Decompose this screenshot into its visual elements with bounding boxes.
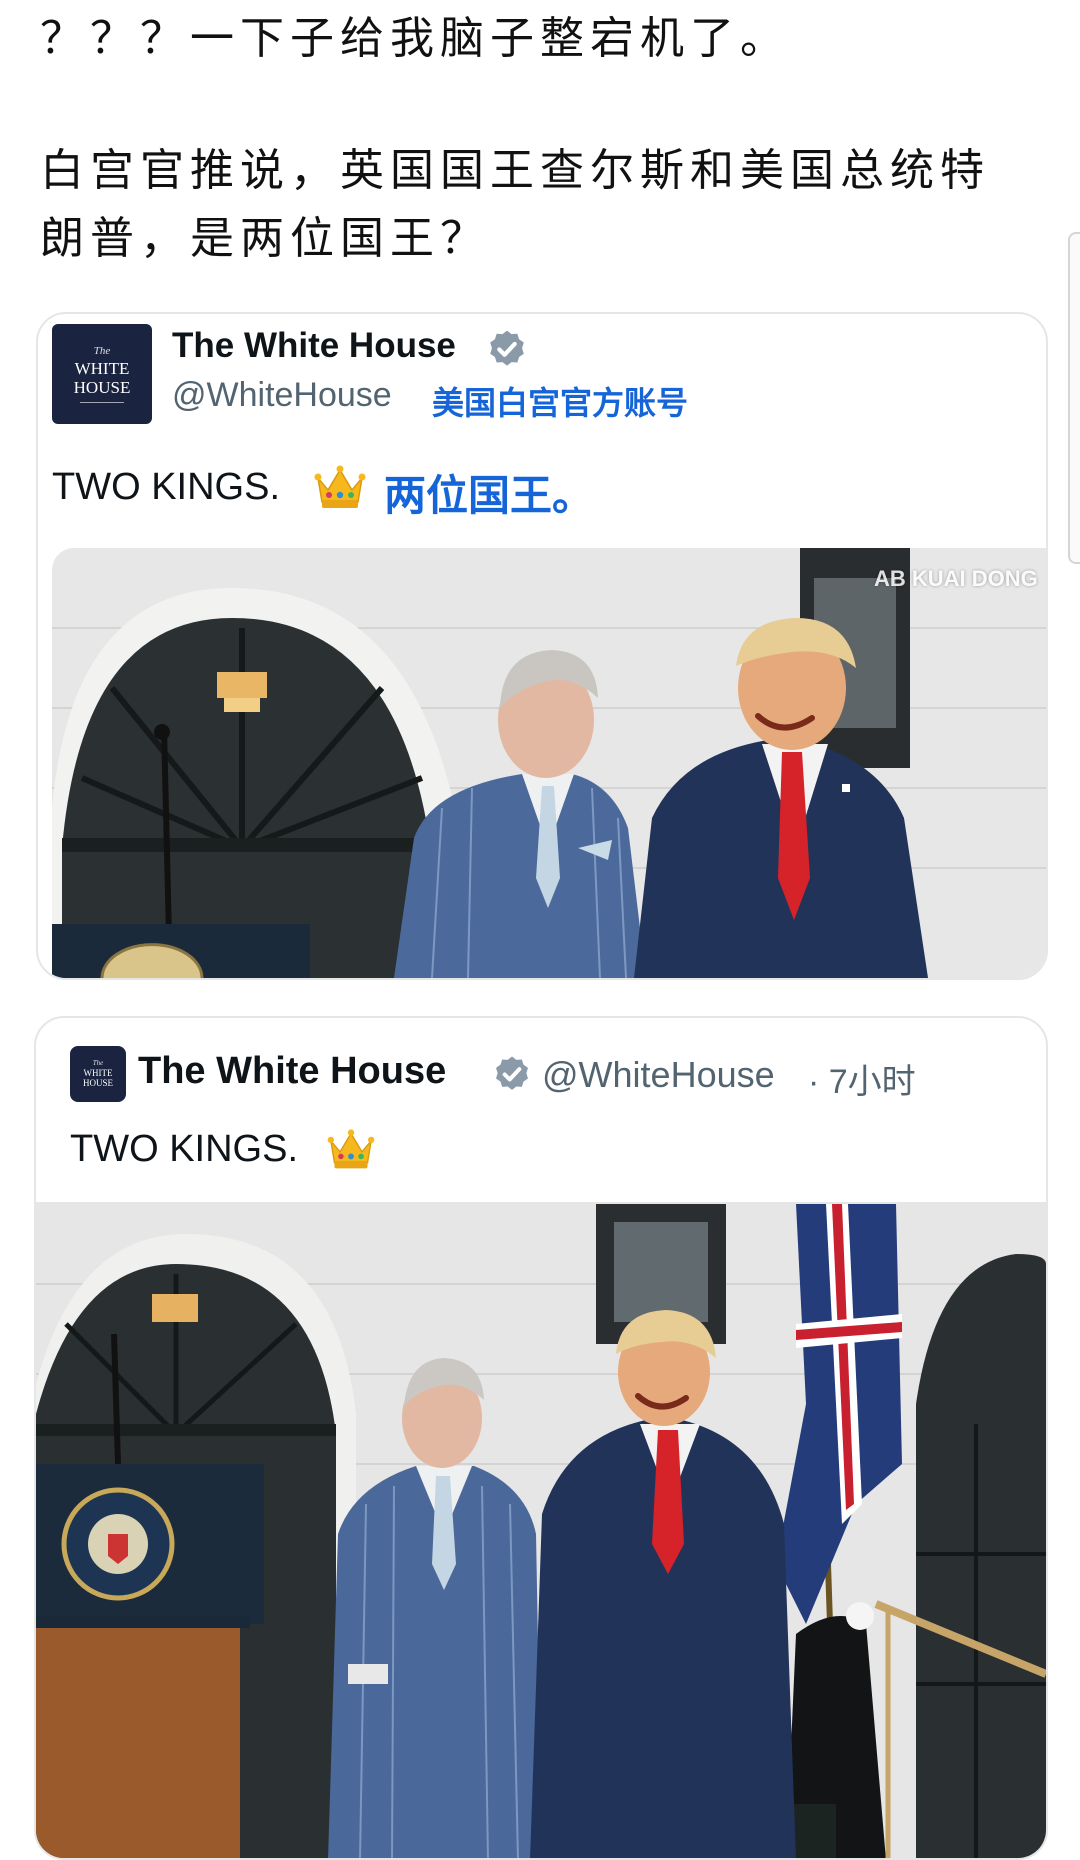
tweet-text: TWO KINGS.: [70, 1128, 298, 1170]
original-tweet-card[interactable]: The WHITE HOUSE The White House @WhiteHo…: [34, 1016, 1048, 1860]
quoted-tweet-card[interactable]: The WHITE HOUSE The White House @WhiteHo…: [36, 312, 1048, 980]
avatar-text-white: WHITE: [74, 358, 130, 378]
post-text-line-2: 白宫官推说，英国国王查尔斯和美国总统特: [40, 145, 990, 196]
verified-badge-icon: [496, 1056, 528, 1090]
avatar-text-house: HOUSE: [73, 377, 131, 397]
tweet-photo-1[interactable]: AB KUAI DONG: [52, 548, 1046, 978]
timestamp[interactable]: · 7小时: [808, 1054, 916, 1103]
crown-emoji: [327, 1129, 375, 1169]
scrollbar[interactable]: [1068, 232, 1080, 564]
avatar-text-the: The: [93, 344, 111, 357]
verified-badge-icon: [490, 330, 524, 366]
display-name[interactable]: The White House: [172, 326, 456, 366]
post-text-line-3: 朗普，是两位国王？: [40, 213, 490, 264]
handle-translation-note: 美国白宫官方账号: [432, 385, 689, 421]
crown-emoji: [314, 465, 366, 508]
avatar-text-house: HOUSE: [82, 1078, 113, 1088]
white-house-avatar[interactable]: The WHITE HOUSE: [70, 1046, 126, 1102]
handle[interactable]: @WhiteHouse: [172, 376, 392, 415]
display-name[interactable]: The White House: [138, 1050, 446, 1093]
avatar-divider: [80, 401, 124, 403]
tweet-text: TWO KINGS.: [52, 466, 280, 508]
post-text-line-1: ？？？一下子给我脑子整宕机了。: [40, 13, 790, 64]
tweet-photo-2[interactable]: [36, 1202, 1046, 1858]
tweet-text-translation: 两位国王。: [384, 472, 595, 519]
avatar-text-the: The: [92, 1059, 104, 1067]
handle[interactable]: @WhiteHouse: [542, 1054, 775, 1096]
image-watermark: AB KUAI DONG: [874, 566, 1038, 591]
avatar-text-white: WHITE: [83, 1068, 113, 1078]
white-house-avatar[interactable]: The WHITE HOUSE: [52, 324, 152, 424]
